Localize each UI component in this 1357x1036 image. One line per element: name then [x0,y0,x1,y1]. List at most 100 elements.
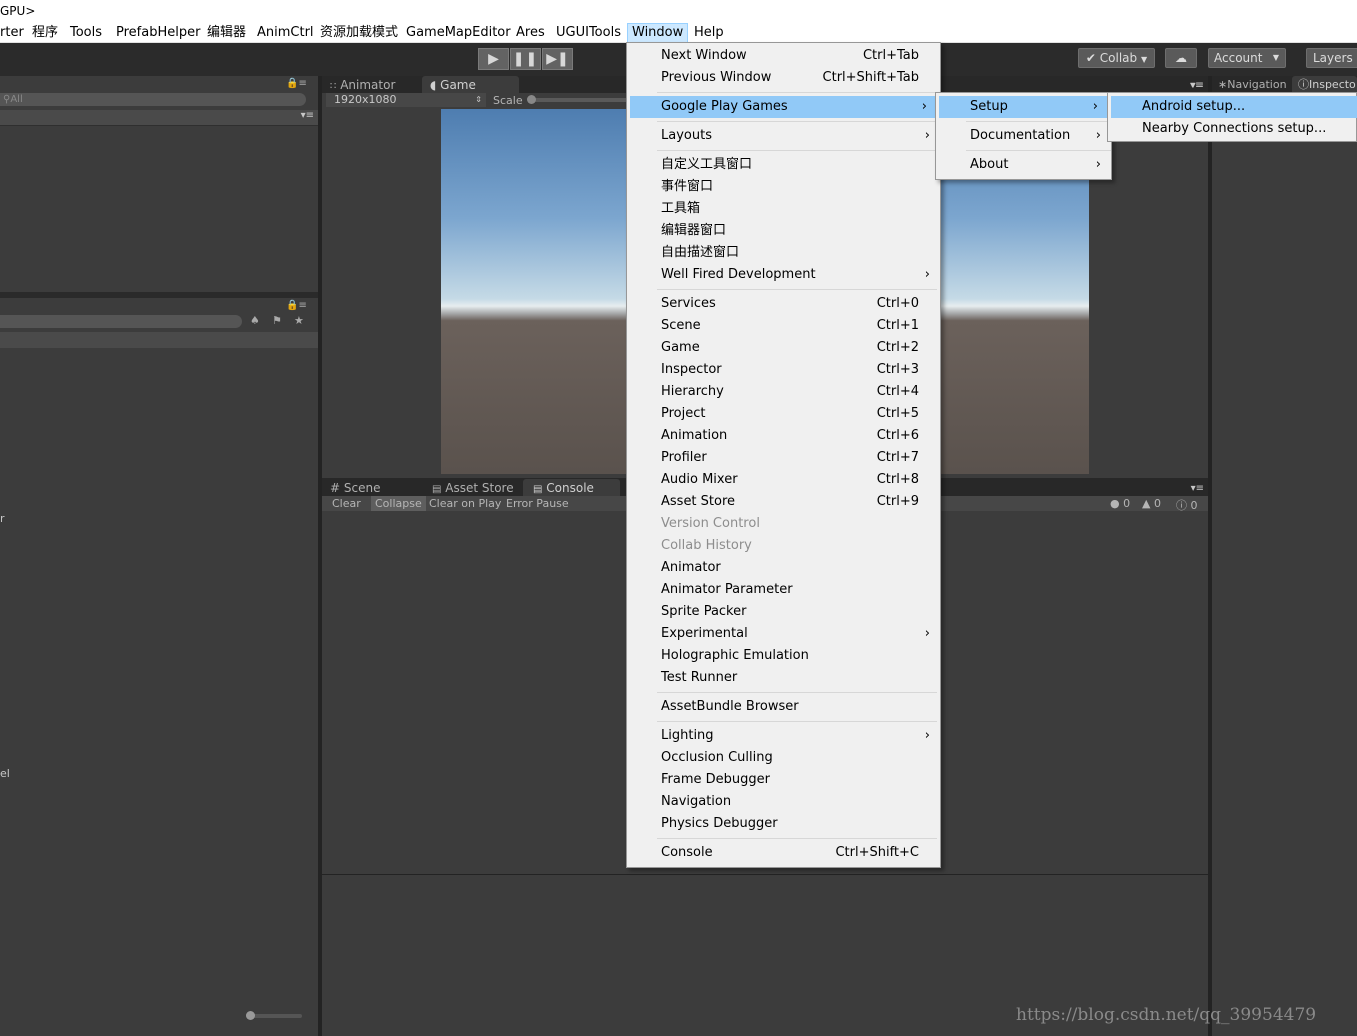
menu-experimental[interactable]: Experimental › [627,623,940,645]
project-header [0,332,318,348]
error-pause-button[interactable]: Error Pause [506,497,569,510]
tab-inspector-label: Inspecto [1309,78,1356,91]
tab-scene[interactable]: # Scene [330,479,380,497]
slider-thumb[interactable] [246,1011,255,1020]
menu-frame-debugger[interactable]: Frame Debugger [627,769,940,791]
menu-console[interactable]: Console Ctrl+Shift+C [627,842,940,864]
resolution-dropdown[interactable]: 1920x1080 ⇕ [326,93,486,107]
chevron-right-icon: › [924,267,930,282]
scale-slider[interactable] [527,95,627,104]
search-placeholder: All [10,94,23,105]
menu-item-program[interactable]: 程序 [32,24,58,42]
menu-nearby-connections-setup[interactable]: Nearby Connections setup... [1108,118,1357,140]
menu-item-prev[interactable]: rter [0,24,24,42]
menu-separator [657,92,937,93]
menu-test-runner[interactable]: Test Runner [627,667,940,689]
step-button[interactable]: ▶❚ [542,48,573,70]
menu-scene[interactable]: Scene Ctrl+1 [627,315,940,337]
menu-item-ares[interactable]: Ares [516,24,545,42]
slider-thumb[interactable] [527,95,536,104]
menu-layouts[interactable]: Layouts › [627,125,940,147]
menu-icon[interactable]: ▾≡ [1191,483,1204,494]
hierarchy-search-input[interactable]: ⚲All [0,93,306,106]
menu-lighting[interactable]: Lighting › [627,725,940,747]
menu-custom-tool-window[interactable]: 自定义工具窗口 [627,154,940,176]
menu-item-prefabhelper[interactable]: PrefabHelper [116,24,200,42]
menu-item-window[interactable]: Window [627,23,689,44]
menu-documentation[interactable]: Documentation › [936,125,1111,147]
console-split[interactable] [322,874,1210,875]
menu-item-uguitools[interactable]: UGUITools [556,24,621,42]
tab-game-label: Game [440,78,476,92]
log-count-toggle[interactable]: ⓘ 0 [1176,497,1198,513]
tag-icon[interactable]: ⚑ [272,314,282,327]
menu-services[interactable]: Services Ctrl+0 [627,293,940,315]
warning-icon: ▲ [1142,497,1151,510]
menu-item-help[interactable]: Help [694,24,724,42]
play-button[interactable]: ▶ [478,48,509,70]
menu-previous-window[interactable]: Previous Window Ctrl+Shift+Tab [627,67,940,89]
lock-icon[interactable]: 🔒≡ [286,300,307,311]
menu-free-description-window[interactable]: 自由描述窗口 [627,242,940,264]
menu-animator[interactable]: Animator [627,557,940,579]
warning-count-toggle[interactable]: ▲ 0 [1142,497,1161,510]
tab-console[interactable]: ▤ Console [523,479,620,497]
star-icon[interactable]: ★ [294,314,304,327]
menu-item-animctrl[interactable]: AnimCtrl [257,24,314,42]
collab-label: Collab [1099,51,1138,65]
menu-occlusion-culling[interactable]: Occlusion Culling [627,747,940,769]
scale-label: Scale [493,94,523,107]
menu-icon[interactable]: ▾≡ [1190,80,1203,91]
menu-item-resource-mode[interactable]: 资源加载模式 [320,24,398,42]
menu-navigation[interactable]: Navigation [627,791,940,813]
account-dropdown[interactable]: Account ▼ [1208,48,1286,68]
menu-hierarchy[interactable]: Hierarchy Ctrl+4 [627,381,940,403]
menu-separator [657,289,937,290]
layers-dropdown[interactable]: Layers [1306,48,1357,68]
cloud-button[interactable]: ☁ [1165,48,1197,68]
menu-google-play-games[interactable]: Google Play Games › [630,96,937,118]
menu-item-tools[interactable]: Tools [70,24,102,42]
tab-animator[interactable]: ∷ Animator [330,76,395,94]
menu-about[interactable]: About › [936,154,1111,176]
project-search-input[interactable] [0,315,242,328]
clear-on-play-button[interactable]: Clear on Play [429,497,501,510]
tab-game[interactable]: ◖ Game [422,76,519,94]
menu-holographic-emulation[interactable]: Holographic Emulation [627,645,940,667]
menu-physics-debugger[interactable]: Physics Debugger [627,813,940,835]
menu-item-editor[interactable]: 编辑器 [207,24,246,42]
menu-event-window[interactable]: 事件窗口 [627,176,940,198]
menu-next-window[interactable]: Next Window Ctrl+Tab [627,45,940,67]
menu-project[interactable]: Project Ctrl+5 [627,403,940,425]
collab-button[interactable]: ✔ Collab ▼ [1078,48,1155,68]
tree-item-label[interactable]: el [0,767,10,780]
zoom-slider[interactable] [246,1011,302,1020]
menu-inspector[interactable]: Inspector Ctrl+3 [627,359,940,381]
menu-game[interactable]: Game Ctrl+2 [627,337,940,359]
menu-animator-parameter[interactable]: Animator Parameter [627,579,940,601]
menu-android-setup[interactable]: Android setup... [1111,96,1357,118]
tab-navigation-label: Navigation [1227,78,1287,91]
menu-assetbundle-browser[interactable]: AssetBundle Browser [627,696,940,718]
menu-sprite-packer[interactable]: Sprite Packer [627,601,940,623]
tree-item-label[interactable]: r [0,512,5,525]
menu-audio-mixer[interactable]: Audio Mixer Ctrl+8 [627,469,940,491]
google-play-games-submenu: Setup › Documentation › About › [935,92,1112,180]
menu-toolbox[interactable]: 工具箱 [627,198,940,220]
filter-type-icon[interactable]: ♠ [250,314,260,327]
tab-asset-store[interactable]: ▤ Asset Store [432,479,514,497]
menu-setup[interactable]: Setup › [939,96,1108,118]
menu-icon[interactable]: ▾≡ [301,110,314,121]
collapse-button[interactable]: Collapse [371,496,426,511]
tab-asset-store-label: Asset Store [445,481,514,495]
menu-item-gamemapeditor[interactable]: GameMapEditor [406,24,511,42]
clear-button[interactable]: Clear [332,497,361,510]
menu-asset-store[interactable]: Asset Store Ctrl+9 [627,491,940,513]
pause-button[interactable]: ❚❚ [510,48,541,70]
lock-icon[interactable]: 🔒≡ [286,78,307,89]
menu-well-fired-development[interactable]: Well Fired Development › [627,264,940,286]
menu-profiler[interactable]: Profiler Ctrl+7 [627,447,940,469]
error-count-toggle[interactable]: ● 0 [1110,497,1130,510]
menu-animation[interactable]: Animation Ctrl+6 [627,425,940,447]
menu-editor-window[interactable]: 编辑器窗口 [627,220,940,242]
